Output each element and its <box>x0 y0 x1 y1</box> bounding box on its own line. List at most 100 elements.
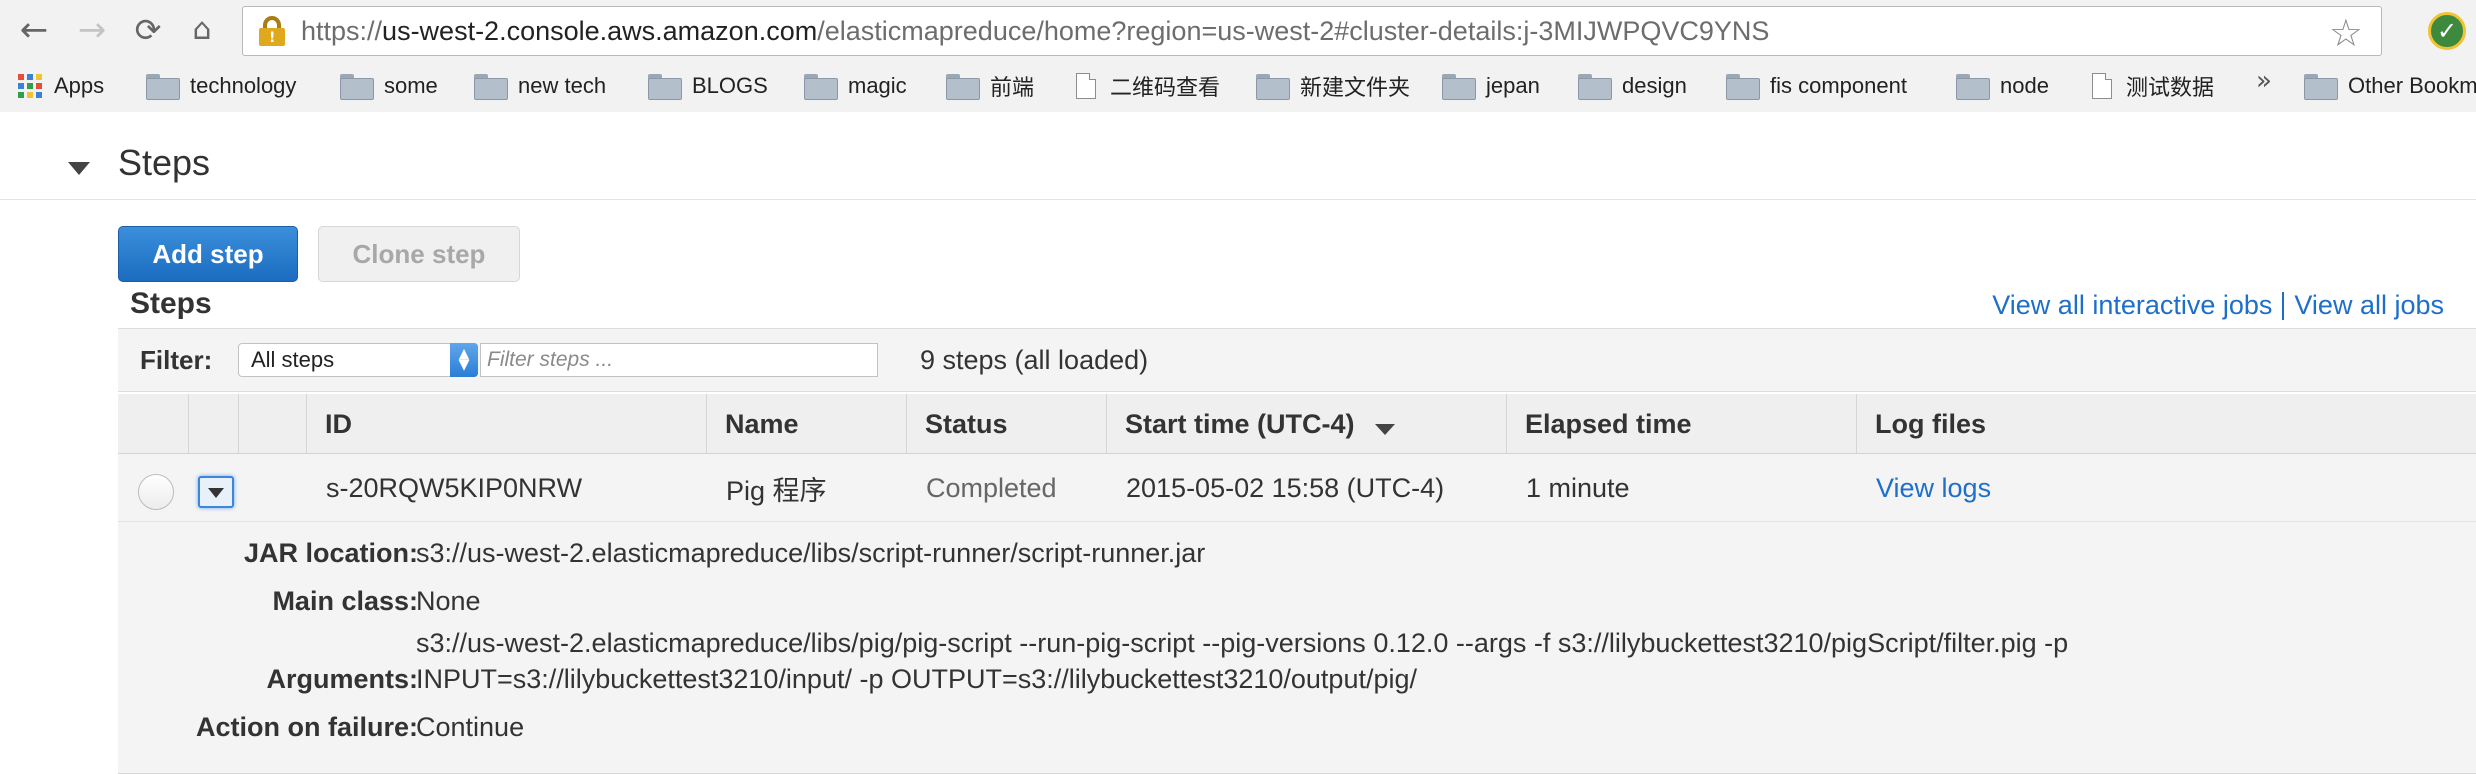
folder-icon <box>146 74 180 100</box>
add-step-button[interactable]: Add step <box>118 226 298 282</box>
clone-step-button[interactable]: Clone step <box>318 226 520 282</box>
bookmark-folder[interactable]: fis component <box>1726 66 1907 106</box>
header-expand-col <box>188 394 238 454</box>
bookmark-page[interactable]: 二维码查看 <box>1076 66 1220 106</box>
header-status[interactable]: Status <box>906 394 1106 454</box>
collapse-triangle-icon[interactable] <box>68 162 90 175</box>
header-id[interactable]: ID <box>306 394 706 454</box>
bookmark-folder[interactable]: new tech <box>474 66 606 106</box>
header-blank-col <box>238 394 306 454</box>
table-row[interactable]: s-20RQW5KIP0NRW Pig 程序 Completed 2015-05… <box>118 454 2476 522</box>
back-icon[interactable]: ← <box>14 10 54 50</box>
filter-label: Filter: <box>140 345 213 375</box>
header-name[interactable]: Name <box>706 394 906 454</box>
header-start-time[interactable]: Start time (UTC-4) <box>1106 394 1506 454</box>
bookmark-folder[interactable]: 新建文件夹 <box>1256 66 1410 106</box>
emr-console-page: Steps Add step Clone step Steps View all… <box>0 112 2476 774</box>
step-start-time: 2015-05-02 15:58 (UTC-4) <box>1126 472 1445 503</box>
bookmark-page[interactable]: 测试数据 <box>2092 66 2214 106</box>
jar-location-value: s3://us-west-2.elasticmapreduce/libs/scr… <box>416 538 1206 568</box>
steps-section-header[interactable]: Steps <box>0 112 2476 200</box>
star-icon[interactable]: ☆ <box>2329 11 2363 55</box>
page-icon <box>2092 73 2112 99</box>
bookmark-folder[interactable]: 前端 <box>946 66 1034 106</box>
folder-icon <box>1726 74 1760 100</box>
bookmarks-bar: Apps technology some new tech BLOGS magi… <box>0 64 2476 108</box>
arguments-label: Arguments: <box>266 664 418 694</box>
step-name: Pig 程序 <box>726 475 827 506</box>
step-status: Completed <box>926 472 1057 503</box>
bookmark-folder[interactable]: design <box>1578 66 1687 106</box>
view-all-jobs-link[interactable]: View all jobs <box>2294 290 2444 321</box>
folder-icon <box>1442 74 1476 100</box>
filter-bar: Filter: All steps ▲▼ 9 steps (all loaded… <box>118 328 2476 392</box>
browser-toolbar: ← → ⟳ ⌂ ! https://us-west-2.console.aws.… <box>0 0 2476 60</box>
lock-warning-icon[interactable]: ! <box>257 14 287 48</box>
view-interactive-jobs-link[interactable]: View all interactive jobs <box>1992 290 2272 321</box>
action-on-failure-value: Continue <box>416 712 525 742</box>
folder-icon <box>1578 74 1612 100</box>
jobs-links: View all interactive jobs View all jobs <box>1992 290 2444 321</box>
header-log-files[interactable]: Log files <box>1856 394 2456 454</box>
bookmark-other[interactable]: Other Bookm <box>2304 66 2476 106</box>
folder-icon <box>804 74 838 100</box>
extension-icon[interactable]: ✓ <box>2428 12 2466 50</box>
arguments-value-line1: s3://us-west-2.elasticmapreduce/libs/pig… <box>416 628 2069 658</box>
bookmark-label: Other Bookm <box>2348 73 2476 98</box>
bookmark-label: Apps <box>54 73 105 98</box>
bookmark-folder[interactable]: magic <box>804 66 907 106</box>
apps-grid-icon <box>18 74 42 98</box>
bookmark-apps[interactable]: Apps <box>18 66 104 106</box>
reload-icon[interactable]: ⟳ <box>128 10 168 50</box>
bookmark-folder[interactable]: node <box>1956 66 2049 106</box>
bookmark-label: BLOGS <box>692 73 768 98</box>
step-details-panel: JAR location: s3://us-west-2.elasticmapr… <box>118 522 2476 774</box>
folder-icon <box>946 74 980 100</box>
folder-icon <box>1256 74 1290 100</box>
bookmark-label: new tech <box>518 73 607 98</box>
bookmark-label: 新建文件夹 <box>1300 75 1411 100</box>
bookmark-folder[interactable]: BLOGS <box>648 66 768 106</box>
jar-location-label: JAR location: <box>243 538 418 568</box>
bookmark-folder[interactable]: technology <box>146 66 296 106</box>
main-class-label: Main class: <box>272 586 418 616</box>
bookmark-label: node <box>2000 73 2049 98</box>
bookmark-folder[interactable]: jepan <box>1442 66 1540 106</box>
folder-icon <box>648 74 682 100</box>
table-header: ID Name Status Start time (UTC-4) Elapse… <box>118 394 2476 454</box>
address-bar[interactable]: ! https://us-west-2.console.aws.amazon.c… <box>242 6 2382 56</box>
step-id: s-20RQW5KIP0NRW <box>326 472 583 503</box>
filter-steps-input[interactable] <box>480 343 878 377</box>
select-value: All steps <box>251 347 335 372</box>
bookmark-label: 测试数据 <box>2126 75 2215 100</box>
folder-icon <box>2304 74 2338 100</box>
bookmark-label: 二维码查看 <box>1110 75 1221 100</box>
row-expand-icon[interactable] <box>198 476 234 508</box>
bookmark-label: 前端 <box>990 75 1035 100</box>
row-select-radio[interactable] <box>138 474 174 510</box>
folder-icon <box>1956 74 1990 100</box>
url-text[interactable]: https://us-west-2.console.aws.amazon.com… <box>301 16 1769 47</box>
steps-filter-select[interactable]: All steps ▲ ▼ <box>238 343 478 377</box>
bookmark-label: magic <box>848 73 907 98</box>
bookmark-label: jepan <box>1486 73 1540 98</box>
action-on-failure-label: Action on failure: <box>196 712 418 742</box>
page-icon <box>1076 73 1096 99</box>
steps-table: ID Name Status Start time (UTC-4) Elapse… <box>118 394 2476 774</box>
view-logs-link[interactable]: View logs <box>1876 454 1991 522</box>
bookmarks-overflow-icon[interactable]: » <box>2256 66 2272 96</box>
forward-icon[interactable]: → <box>72 10 112 50</box>
section-title: Steps <box>118 142 211 183</box>
bookmark-label: fis component <box>1770 73 1907 98</box>
bookmark-label: design <box>1622 73 1687 98</box>
arguments-value-line2: INPUT=s3://lilybuckettest3210/input/ -p … <box>416 664 1417 694</box>
header-elapsed[interactable]: Elapsed time <box>1506 394 1856 454</box>
link-divider <box>2282 291 2285 320</box>
folder-icon <box>474 74 508 100</box>
bookmark-folder[interactable]: some <box>340 66 438 106</box>
browser-chrome: ← → ⟳ ⌂ ! https://us-west-2.console.aws.… <box>0 0 2476 112</box>
home-icon[interactable]: ⌂ <box>182 10 222 50</box>
header-start-time-label: Start time (UTC-4) <box>1125 408 1355 439</box>
folder-icon <box>340 74 374 100</box>
sort-descending-icon[interactable] <box>1374 423 1395 435</box>
